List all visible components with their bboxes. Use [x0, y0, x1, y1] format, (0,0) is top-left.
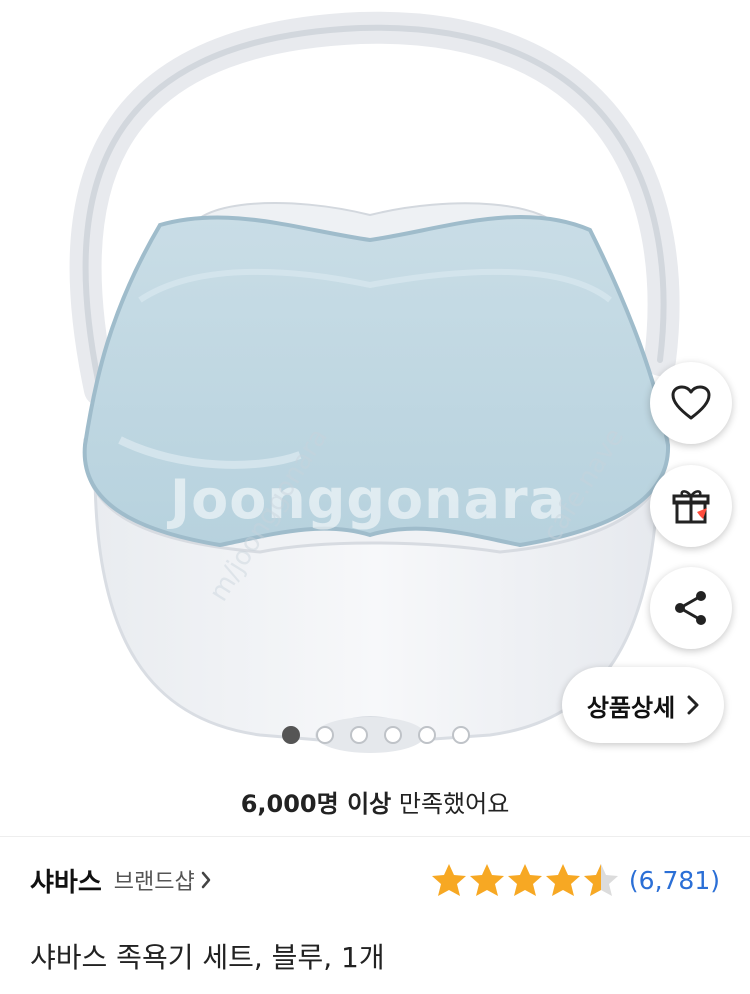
- wishlist-button[interactable]: [650, 362, 732, 444]
- carousel-dot-6[interactable]: [452, 726, 470, 744]
- star-icon: [545, 864, 580, 896]
- product-image-carousel[interactable]: Joonggonara m/joonggonara cafe.nave 상품상세: [0, 0, 750, 770]
- star-icon: [507, 864, 542, 896]
- rating[interactable]: (6,781): [431, 863, 720, 897]
- brand-shop-label: 브랜드샵: [113, 870, 195, 895]
- product-title: 샤바스 족욕기 세트, 블루, 1개: [30, 941, 385, 974]
- star-icon: [431, 864, 466, 896]
- brand-shop-link[interactable]: 브랜드샵: [114, 864, 211, 896]
- satisfaction-count: 6,000명 이상: [240, 790, 392, 818]
- carousel-dot-4[interactable]: [384, 726, 402, 744]
- rating-count: (6,781): [628, 865, 720, 895]
- gift-button[interactable]: [650, 465, 732, 547]
- product-image: [69, 11, 680, 753]
- product-detail-button[interactable]: 상품상세: [562, 667, 724, 743]
- brand-row: 샤바스 브랜드샵 (6,781): [30, 860, 720, 900]
- carousel-dot-5[interactable]: [418, 726, 436, 744]
- carousel-indicator: [282, 726, 470, 744]
- gift-icon: [672, 490, 710, 524]
- carousel-dot-1[interactable]: [282, 726, 300, 744]
- carousel-dot-3[interactable]: [350, 726, 368, 744]
- star-half-icon: [583, 864, 618, 896]
- product-detail-label: 상품상세: [586, 693, 676, 722]
- satisfaction-banner: 6,000명 이상 만족했어요: [0, 784, 750, 819]
- share-button[interactable]: [650, 567, 732, 649]
- chevron-right-icon: [687, 695, 699, 715]
- satisfaction-suffix: 만족했어요: [398, 790, 510, 818]
- brand-name[interactable]: 샤바스: [30, 862, 102, 899]
- watermark-text: Joonggonara: [170, 468, 567, 531]
- carousel-dot-2[interactable]: [316, 726, 334, 744]
- star-icon: [469, 864, 504, 896]
- chevron-right-icon: [201, 871, 210, 889]
- divider: [0, 836, 750, 837]
- heart-icon: [671, 385, 711, 420]
- share-icon: [675, 591, 706, 625]
